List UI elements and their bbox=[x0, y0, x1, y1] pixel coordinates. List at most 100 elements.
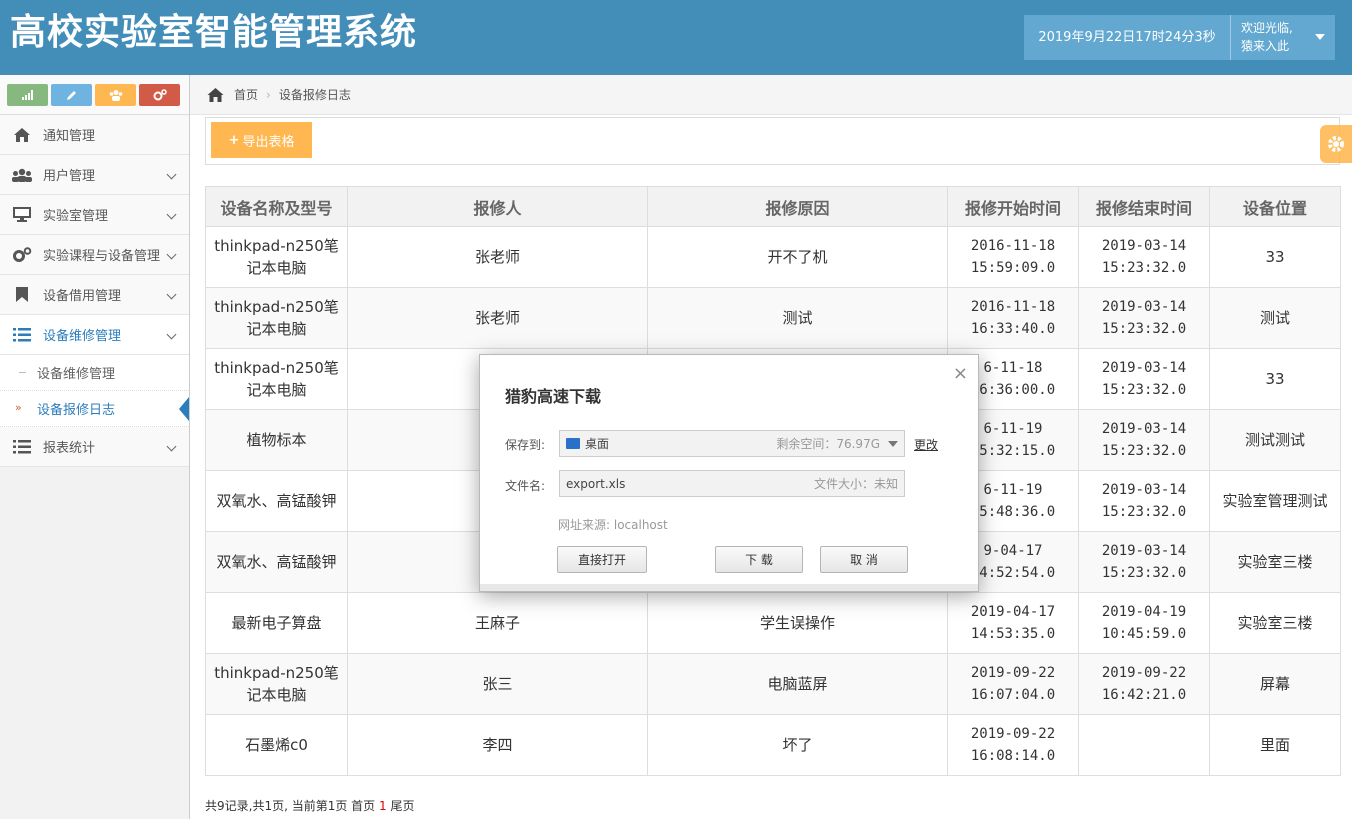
sidebar-item-reports[interactable]: 报表统计 bbox=[0, 427, 189, 467]
sidebar: 通知管理 用户管理 实验室管理 实验课程与设备管理 设备借用管理 设备维修管理 … bbox=[0, 75, 190, 819]
table-cell: 2019-09-22 16:07:04.0 bbox=[947, 653, 1079, 715]
dialog-footer-bar bbox=[480, 584, 978, 591]
shortcut-cogs-button[interactable] bbox=[139, 84, 180, 106]
table-cell: 最新电子算盘 bbox=[205, 592, 348, 654]
breadcrumb-home-link[interactable]: 首页 bbox=[234, 86, 258, 103]
list-icon bbox=[12, 327, 32, 343]
pagination-summary: 共9记录,共1页, 当前第1页 首页 bbox=[205, 799, 376, 813]
column-header: 报修人 bbox=[347, 186, 648, 227]
shortcut-pencil-button[interactable] bbox=[51, 84, 92, 106]
table-cell: 张老师 bbox=[347, 287, 648, 349]
active-indicator-arrow bbox=[179, 397, 189, 421]
table-cell: thinkpad-n250笔记本电脑 bbox=[205, 653, 348, 715]
sidebar-subitem-repair-manage[interactable]: 设备维修管理 bbox=[0, 355, 189, 391]
table-cell bbox=[1078, 714, 1210, 776]
table-cell: 王麻子 bbox=[347, 592, 648, 654]
pencil-icon bbox=[66, 91, 76, 100]
table-cell: 实验室三楼 bbox=[1209, 531, 1341, 593]
table-cell: 2016-11-18 16:33:40.0 bbox=[947, 287, 1079, 349]
table-cell: 双氧水、高锰酸钾 bbox=[205, 531, 348, 593]
table-cell: 屏幕 bbox=[1209, 653, 1341, 715]
sidebar-item-label: 实验室管理 bbox=[43, 209, 109, 224]
cancel-button[interactable]: 取 消 bbox=[820, 546, 908, 573]
table-cell: 2019-09-22 16:08:14.0 bbox=[947, 714, 1079, 776]
sidebar-item-label: 通知管理 bbox=[43, 129, 96, 144]
user-area: 2019年9月22日17时24分3秒 欢迎光临, 猿来入此 bbox=[1024, 15, 1335, 60]
chevron-down-icon bbox=[166, 329, 177, 340]
table-cell: 坏了 bbox=[647, 714, 948, 776]
bookmark-icon bbox=[12, 287, 32, 303]
sidebar-subitem-label: 设备维修管理 bbox=[37, 367, 116, 382]
change-location-link[interactable]: 更改 bbox=[914, 436, 938, 453]
datetime-display: 2019年9月22日17时24分3秒 bbox=[1024, 15, 1231, 60]
column-header: 报修结束时间 bbox=[1078, 186, 1210, 227]
column-header: 设备位置 bbox=[1209, 186, 1341, 227]
sidebar-item-label: 设备借用管理 bbox=[43, 289, 122, 304]
save-to-label: 保存到: bbox=[505, 438, 546, 452]
table-cell: 33 bbox=[1209, 226, 1341, 288]
column-header: 报修原因 bbox=[647, 186, 948, 227]
table-cell: 里面 bbox=[1209, 714, 1341, 776]
shortcut-signal-button[interactable] bbox=[7, 84, 48, 106]
pagination-last-link[interactable]: 尾页 bbox=[390, 799, 414, 813]
table-header-row: 设备名称及型号 报修人 报修原因 报修开始时间 报修结束时间 设备位置 bbox=[205, 186, 1341, 227]
table-cell: 33 bbox=[1209, 348, 1341, 410]
table-cell: 测试 bbox=[647, 287, 948, 349]
caret-down-icon bbox=[1315, 34, 1325, 40]
signal-icon bbox=[21, 90, 33, 100]
sidebar-item-lab[interactable]: 实验室管理 bbox=[0, 195, 189, 235]
table-cell: thinkpad-n250笔记本电脑 bbox=[205, 226, 348, 288]
table-cell: thinkpad-n250笔记本电脑 bbox=[205, 348, 348, 410]
shortcut-users-button[interactable] bbox=[95, 84, 136, 106]
table-cell: 2019-03-14 15:23:32.0 bbox=[1078, 226, 1210, 288]
export-table-button[interactable]: + 导出表格 bbox=[211, 122, 312, 158]
file-size-text: 文件大小：未知 bbox=[813, 477, 898, 491]
sidebar-item-repair[interactable]: 设备维修管理 bbox=[0, 315, 189, 355]
save-location-dropdown[interactable]: 桌面 剩余空间：76.97G bbox=[559, 430, 905, 457]
filename-label: 文件名: bbox=[505, 479, 546, 493]
download-button[interactable]: 下 载 bbox=[715, 546, 803, 573]
sidebar-item-label: 设备维修管理 bbox=[43, 329, 122, 344]
home-icon bbox=[12, 127, 32, 143]
table-cell: 2019-03-14 15:23:32.0 bbox=[1078, 348, 1210, 410]
close-icon[interactable]: × bbox=[953, 363, 968, 384]
sidebar-item-borrow[interactable]: 设备借用管理 bbox=[0, 275, 189, 315]
cogs-icon bbox=[153, 89, 167, 101]
settings-toggle-button[interactable] bbox=[1320, 125, 1352, 163]
sidebar-subitem-repair-log[interactable]: » 设备报修日志 bbox=[0, 391, 189, 427]
download-dialog: 猎豹高速下载 × 保存到: 桌面 剩余空间：76.97G 更改 文件名: exp… bbox=[479, 354, 979, 592]
plus-icon: + bbox=[228, 132, 240, 148]
toolbar: + 导出表格 bbox=[205, 117, 1340, 165]
table-cell: 植物标本 bbox=[205, 409, 348, 471]
sidebar-item-label: 用户管理 bbox=[43, 169, 96, 184]
table-cell: 2019-04-19 10:45:59.0 bbox=[1078, 592, 1210, 654]
table-cell: 2016-11-18 15:59:09.0 bbox=[947, 226, 1079, 288]
breadcrumb-separator: › bbox=[266, 87, 271, 102]
pagination-current-page[interactable]: 1 bbox=[379, 799, 387, 813]
gear-icon bbox=[1328, 136, 1344, 152]
table-cell: 李四 bbox=[347, 714, 648, 776]
chevron-down-icon bbox=[166, 289, 177, 300]
free-space-text: 剩余空间：76.97G bbox=[776, 437, 880, 451]
double-angle-right-icon: » bbox=[15, 401, 22, 414]
column-header: 报修开始时间 bbox=[947, 186, 1079, 227]
table-row: 石墨烯c0 李四 坏了 2019-09-22 16:08:14.0 里面 bbox=[205, 714, 1341, 776]
sidebar-item-label: 实验课程与设备管理 bbox=[43, 249, 161, 264]
table-cell: 2019-09-22 16:42:21.0 bbox=[1078, 653, 1210, 715]
pagination: 共9记录,共1页, 当前第1页 首页 1 尾页 bbox=[205, 797, 414, 814]
sidebar-item-users[interactable]: 用户管理 bbox=[0, 155, 189, 195]
chevron-down-icon bbox=[888, 440, 898, 447]
table-cell: 测试 bbox=[1209, 287, 1341, 349]
table-cell: 开不了机 bbox=[647, 226, 948, 288]
sidebar-item-notice[interactable]: 通知管理 bbox=[0, 115, 189, 155]
folder-icon bbox=[566, 438, 580, 449]
cogs-icon bbox=[12, 246, 32, 263]
user-menu[interactable]: 欢迎光临, 猿来入此 bbox=[1231, 15, 1335, 60]
table-cell: 测试测试 bbox=[1209, 409, 1341, 471]
filename-input[interactable]: export.xls 文件大小：未知 bbox=[559, 470, 905, 497]
open-directly-button[interactable]: 直接打开 bbox=[557, 546, 647, 573]
table-cell: 张老师 bbox=[347, 226, 648, 288]
table-cell: 实验室管理测试 bbox=[1209, 470, 1341, 532]
sidebar-item-course-equipment[interactable]: 实验课程与设备管理 bbox=[0, 235, 189, 275]
table-cell: 2019-04-17 14:53:35.0 bbox=[947, 592, 1079, 654]
